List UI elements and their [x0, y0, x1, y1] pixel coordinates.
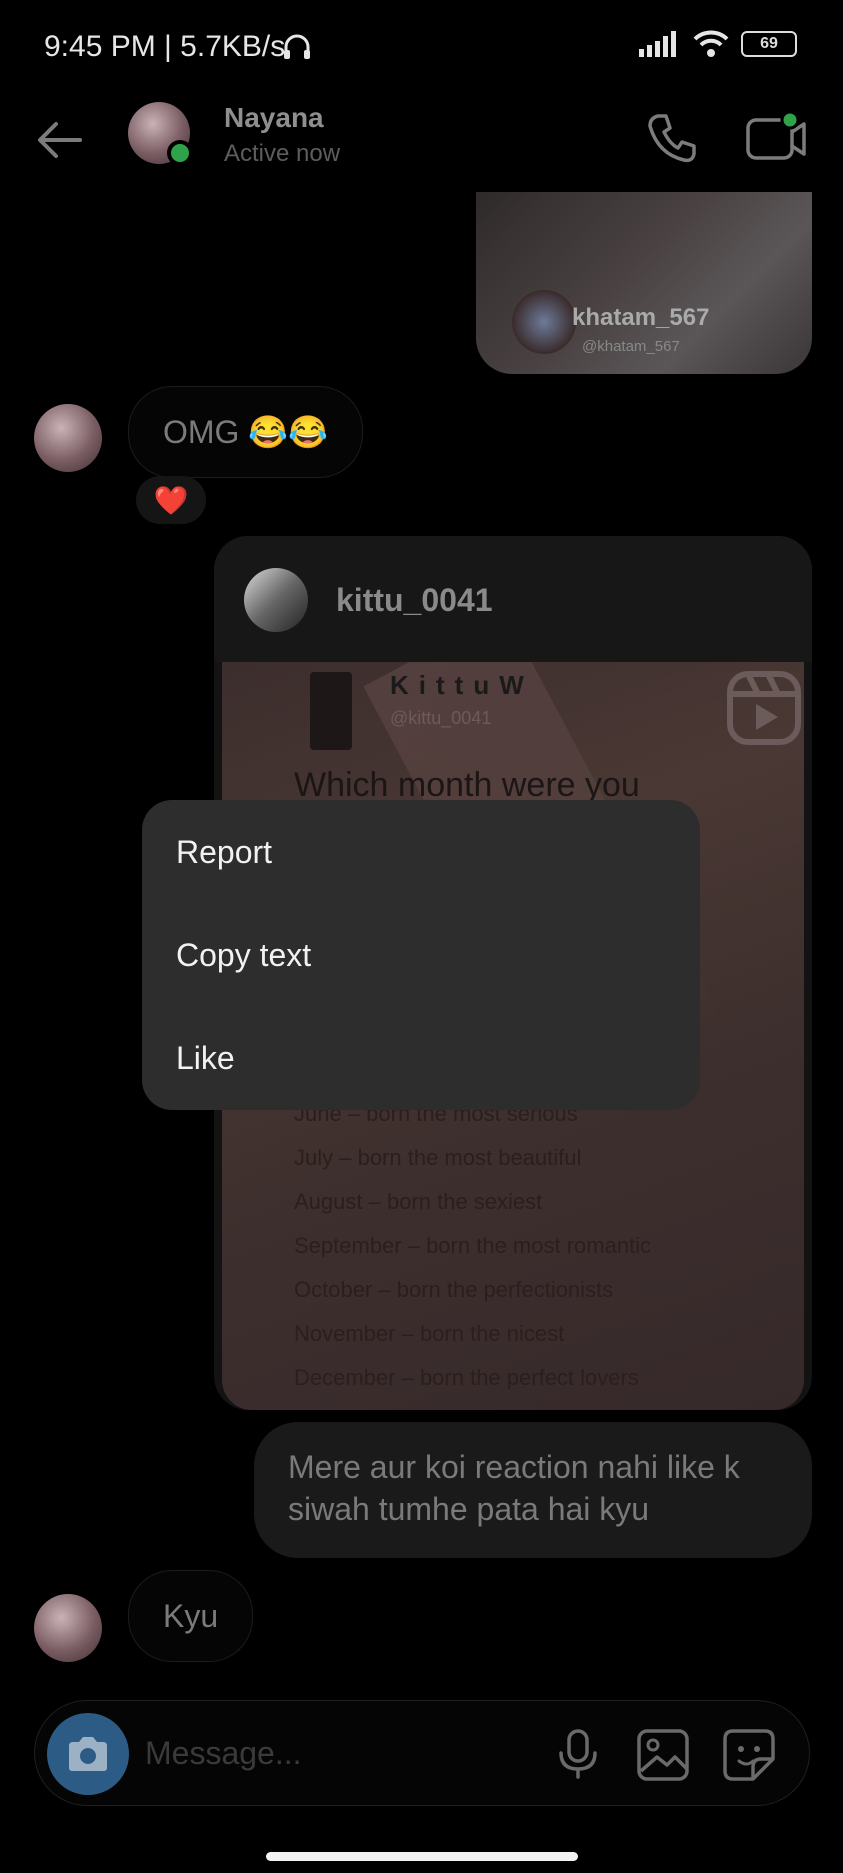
outgoing-message-bubble[interactable]: Mere aur koi reaction nahi like k siwah … [254, 1422, 812, 1558]
reel-brand-text: KittuW [390, 670, 534, 700]
reel-text-line: July – born the most beautiful [294, 1145, 582, 1170]
status-icons: 69 [639, 30, 797, 58]
reel-handle-text: @kittu_0041 [390, 708, 492, 728]
message-composer [34, 1700, 810, 1806]
reel-logo-image [310, 672, 352, 750]
message-bubble[interactable]: OMG 😂😂 [128, 386, 364, 478]
menu-item-copy-text[interactable]: Copy text [142, 907, 700, 1003]
contact-status: Active now [224, 140, 341, 167]
reel-text-line: December – born the perfect lovers [294, 1365, 639, 1390]
shared-post[interactable]: khatam_567 @khatam_567 [476, 192, 812, 374]
reel-text-line: November – born the nicest [294, 1321, 565, 1346]
contact-name[interactable]: Nayana [224, 102, 324, 134]
message-bubble[interactable]: Kyu [128, 1570, 254, 1662]
message-text: Mere aur koi reaction nahi like k siwah … [288, 1449, 740, 1527]
menu-item-report[interactable]: Report [142, 804, 700, 900]
reel-text-list: June – born the most serious July – born… [294, 1092, 651, 1400]
headphones-icon [284, 34, 310, 59]
message-text: Kyu [163, 1597, 219, 1634]
menu-item-label: Like [176, 1039, 235, 1076]
chat-header: Nayana Active now [0, 96, 843, 192]
heart-reaction-icon: ❤️ [153, 484, 189, 516]
status-time: 9:45 PM | 5.7KB/s [44, 30, 286, 63]
sticker-icon[interactable] [721, 1727, 777, 1783]
online-indicator [167, 140, 193, 166]
phone-icon[interactable] [644, 110, 700, 166]
message-text: OMG 😂😂 [163, 414, 329, 450]
post-author-subhandle: @khatam_567 [582, 338, 680, 355]
gallery-icon[interactable] [635, 1727, 691, 1783]
signal-icon [639, 31, 676, 57]
sender-avatar[interactable] [34, 1594, 102, 1662]
reel-header: kittu_0041 [214, 536, 812, 662]
post-author-handle: khatam_567 [572, 304, 710, 331]
reels-icon [727, 671, 801, 745]
sender-avatar[interactable] [34, 404, 102, 472]
menu-item-label: Report [176, 833, 273, 870]
menu-item-label: Copy text [176, 936, 312, 973]
back-arrow-icon[interactable] [34, 114, 86, 166]
reel-text-line: October – born the perfectionists [294, 1277, 614, 1302]
context-menu: Report Copy text Like [142, 800, 700, 1110]
reaction-badge[interactable]: ❤️ [136, 476, 206, 524]
reel-author-username[interactable]: kittu_0041 [336, 582, 493, 619]
menu-item-like[interactable]: Like [142, 1010, 700, 1106]
camera-icon [69, 1737, 107, 1771]
home-indicator[interactable] [266, 1852, 578, 1861]
post-author-avatar [512, 290, 576, 354]
reel-text-line: September – born the most romantic [294, 1233, 652, 1258]
wifi-icon [693, 30, 729, 57]
camera-button[interactable] [47, 1713, 129, 1795]
status-bar: 9:45 PM | 5.7KB/s 69 [0, 0, 843, 96]
video-camera-icon[interactable] [744, 110, 808, 166]
microphone-icon[interactable] [551, 1727, 605, 1781]
message-input[interactable] [145, 1729, 475, 1777]
battery-indicator: 69 [741, 31, 797, 57]
reel-author-avatar[interactable] [244, 568, 308, 632]
reel-text-line: August – born the sexiest [294, 1189, 543, 1214]
